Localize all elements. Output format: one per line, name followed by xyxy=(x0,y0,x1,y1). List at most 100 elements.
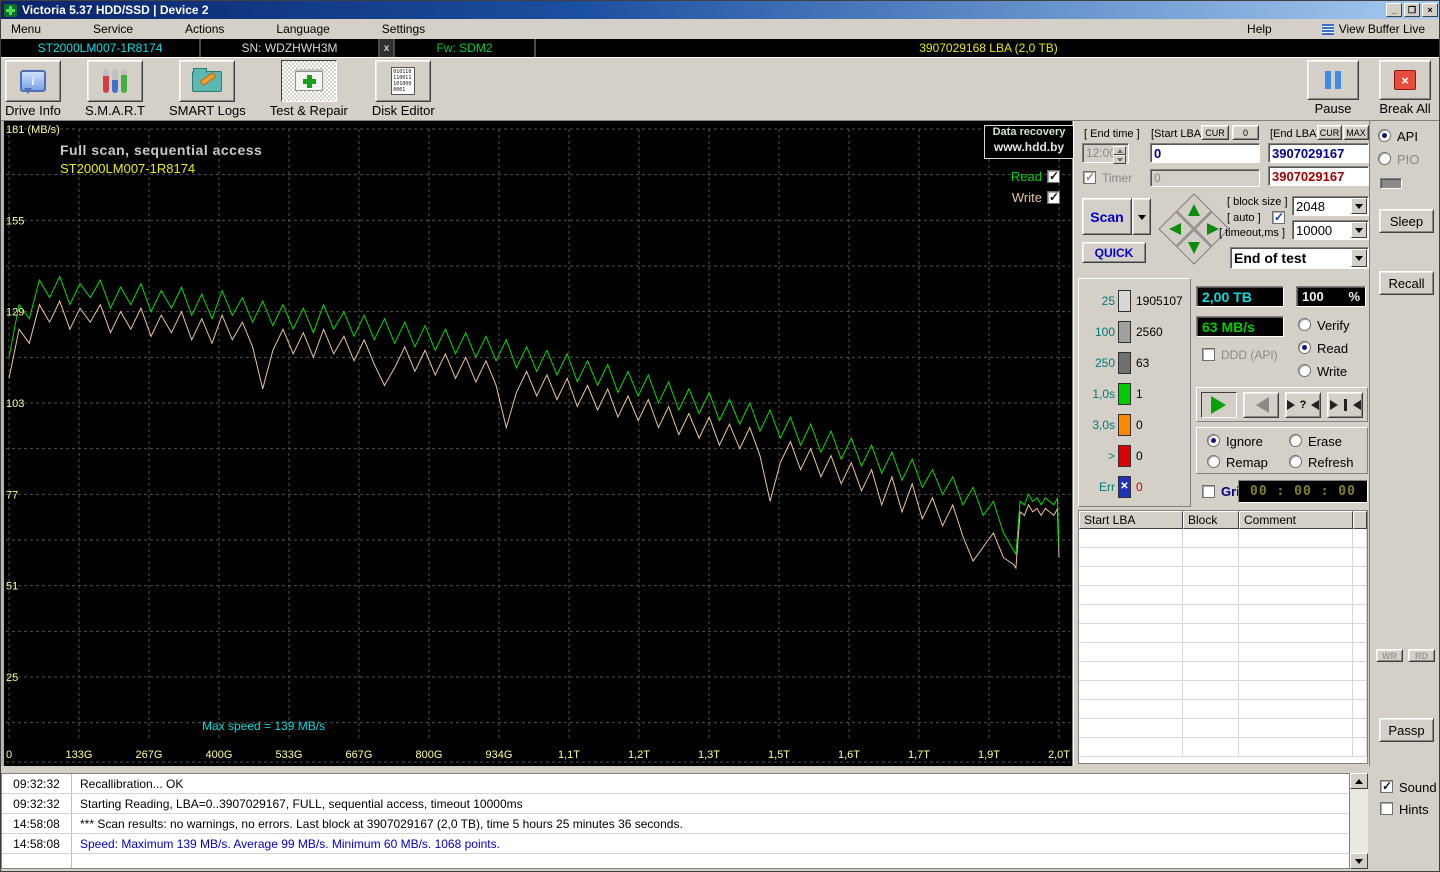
quick-button[interactable]: QUICK xyxy=(1082,242,1146,263)
end-time-spin-down[interactable] xyxy=(1113,155,1126,164)
action-refresh-radio[interactable] xyxy=(1289,455,1302,468)
menu-bar: Menu Service Actions Language Settings Help … xyxy=(1,19,1439,39)
grid-checkbox[interactable] xyxy=(1202,485,1215,498)
scan-dropdown-button[interactable] xyxy=(1132,198,1151,235)
menu-item-language[interactable]: Language xyxy=(266,20,339,38)
table-row[interactable] xyxy=(1079,605,1367,624)
timer-checkbox[interactable] xyxy=(1083,170,1096,184)
block-size-combo[interactable]: 2048 xyxy=(1292,196,1369,216)
hints-checkbox[interactable] xyxy=(1380,802,1393,815)
menu-help[interactable]: Help xyxy=(1237,20,1282,38)
pause-button[interactable]: Pause xyxy=(1307,60,1359,116)
infobar-close-button[interactable]: x xyxy=(380,39,395,57)
table-row[interactable] xyxy=(1079,529,1367,548)
drive-firmware[interactable]: Fw: SDM2 xyxy=(395,39,536,57)
trace-write xyxy=(8,299,1060,570)
scan-graph-plot: 181 (MB/s) 155 129 103 77 51 25 0 133G 267G 400G 53… xyxy=(6,124,1070,763)
table-row[interactable] xyxy=(1079,586,1367,605)
end-of-test-combo[interactable]: End of test xyxy=(1230,247,1369,269)
minimize-button[interactable]: _ xyxy=(1386,3,1402,17)
col-comment[interactable]: Comment xyxy=(1239,511,1353,529)
log-row[interactable]: 14:58:08 *** Scan results: no warnings, n… xyxy=(2,814,1349,834)
defect-action-box: Ignore Erase Remap Refresh xyxy=(1196,427,1368,474)
menu-item-actions[interactable]: Actions xyxy=(175,20,234,38)
timer-field[interactable]: 0 xyxy=(1150,169,1260,187)
mode-verify-radio[interactable] xyxy=(1298,318,1311,331)
table-row[interactable] xyxy=(1079,662,1367,681)
end-lba-cur-button[interactable]: CUR xyxy=(1317,125,1342,140)
drive-serial[interactable]: SN: WDZHWH3M xyxy=(201,39,380,57)
menu-item-settings[interactable]: Settings xyxy=(372,20,435,38)
table-row[interactable] xyxy=(1079,567,1367,586)
scroll-up-button[interactable] xyxy=(1350,773,1368,789)
break-all-icon: × xyxy=(1394,70,1416,90)
mode-read-radio[interactable] xyxy=(1298,341,1311,354)
end-time-spin-up[interactable] xyxy=(1113,146,1126,155)
stat-count: 1905107 xyxy=(1136,293,1183,308)
menu-view-buffer-live[interactable]: View Buffer Live xyxy=(1339,20,1435,38)
maximize-button[interactable]: ❐ xyxy=(1404,3,1420,17)
menu-item-menu[interactable]: Menu xyxy=(1,20,51,38)
log-row[interactable] xyxy=(2,854,1349,868)
backward-button[interactable] xyxy=(1243,391,1279,418)
wr-button[interactable]: WR xyxy=(1376,649,1403,662)
mode-write-radio[interactable] xyxy=(1298,364,1311,377)
start-lba-input[interactable]: 0 xyxy=(1150,143,1260,163)
end-lba-input[interactable]: 3907029167 xyxy=(1268,143,1369,163)
log-row[interactable]: 09:32:32 Starting Reading, LBA=0..3907029… xyxy=(2,794,1349,814)
table-row[interactable] xyxy=(1079,738,1367,757)
chevron-down-icon[interactable] xyxy=(1351,222,1367,238)
end-lba-max-button[interactable]: MAX xyxy=(1343,125,1369,140)
watermark: Data recovery www.hdd.by xyxy=(984,125,1074,159)
recall-button[interactable]: Recall xyxy=(1379,271,1434,295)
table-row[interactable] xyxy=(1079,643,1367,662)
test-repair-button[interactable]: Test & Repair xyxy=(270,60,348,118)
sleep-button[interactable]: Sleep xyxy=(1379,209,1434,233)
close-button[interactable]: × xyxy=(1422,3,1438,17)
drive-info-button[interactable]: i Drive Info xyxy=(5,60,61,118)
write-checkbox[interactable] xyxy=(1047,190,1060,204)
disk-editor-button[interactable]: 010110110011101000 0001 Disk Editor xyxy=(372,60,435,118)
scan-button[interactable]: Scan xyxy=(1082,198,1132,235)
auto-checkbox[interactable] xyxy=(1272,210,1285,224)
api-radio[interactable] xyxy=(1378,129,1391,142)
progress-display: 100% xyxy=(1296,286,1366,307)
rd-button[interactable]: RD xyxy=(1408,649,1435,662)
log-row[interactable]: 09:32:32 Recallibration... OK xyxy=(2,774,1349,794)
scroll-down-button[interactable] xyxy=(1350,853,1368,869)
seek-end-button[interactable] xyxy=(1327,391,1363,418)
menu-item-service[interactable]: Service xyxy=(83,20,143,38)
drive-model[interactable]: ST2000LM007-1R8174 xyxy=(1,39,201,57)
pio-radio[interactable] xyxy=(1378,152,1391,165)
start-lba-zero-button[interactable]: 0 xyxy=(1232,125,1259,140)
chevron-down-icon[interactable] xyxy=(1351,249,1367,267)
timeout-combo[interactable]: 10000 xyxy=(1292,220,1369,240)
break-all-button[interactable]: × Break All xyxy=(1379,60,1431,116)
table-row[interactable] xyxy=(1079,719,1367,738)
control-panel: [ End time ] [Start LBA] CUR 0 [End LBA]… xyxy=(1073,121,1369,766)
action-erase-radio[interactable] xyxy=(1289,434,1302,447)
table-row[interactable] xyxy=(1079,700,1367,719)
chevron-down-icon[interactable] xyxy=(1351,198,1367,214)
col-block[interactable]: Block xyxy=(1183,511,1239,529)
start-lba-cur-button[interactable]: CUR xyxy=(1201,125,1229,140)
smart-button[interactable]: S.M.A.R.T xyxy=(85,60,145,118)
action-ignore-radio[interactable] xyxy=(1207,434,1220,447)
end-time-field[interactable]: 12:00 xyxy=(1082,143,1129,164)
smart-logs-button[interactable]: SMART Logs xyxy=(169,60,246,118)
ddd-checkbox[interactable] xyxy=(1202,348,1215,361)
col-start-lba[interactable]: Start LBA xyxy=(1079,511,1183,529)
table-row[interactable] xyxy=(1079,624,1367,643)
action-remap-radio[interactable] xyxy=(1207,455,1220,468)
table-row[interactable] xyxy=(1079,681,1367,700)
start-scan-button[interactable] xyxy=(1201,391,1237,418)
seek-defect-button[interactable]: ? xyxy=(1285,391,1321,418)
log-scrollbar[interactable] xyxy=(1350,773,1368,869)
read-checkbox[interactable] xyxy=(1047,169,1060,183)
passp-button[interactable]: Passp xyxy=(1379,718,1434,742)
log-row[interactable]: 14:58:08 Speed: Maximum 139 MB/s. Average… xyxy=(2,834,1349,854)
table-row[interactable] xyxy=(1079,548,1367,567)
x-tick-label: 1,3T xyxy=(698,749,720,761)
sound-checkbox[interactable] xyxy=(1380,779,1393,793)
legend-write-label: Write xyxy=(1011,190,1042,205)
